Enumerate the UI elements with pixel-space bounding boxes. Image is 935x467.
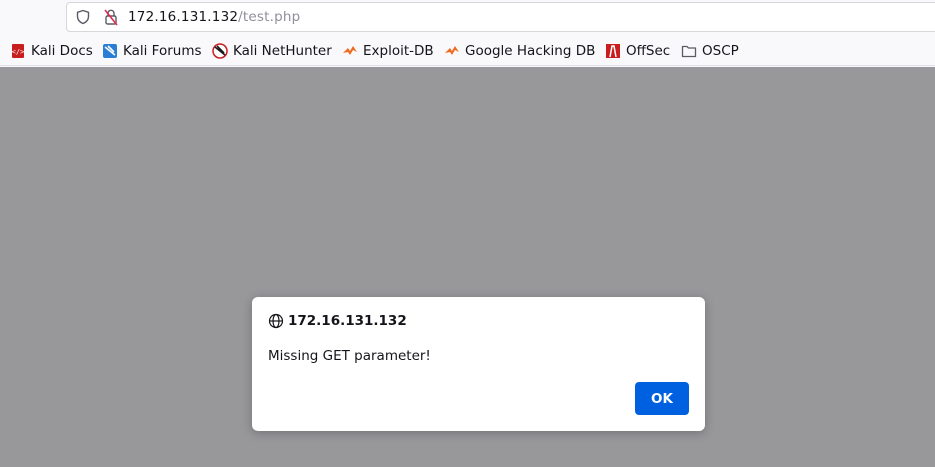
- bookmark-google-hacking-db[interactable]: Google Hacking DB: [444, 42, 595, 60]
- dialog-title: 172.16.131.132: [268, 313, 407, 329]
- bookmark-offsec[interactable]: OffSec: [605, 42, 670, 60]
- folder-icon: [681, 45, 697, 58]
- exploit-db-icon: [343, 46, 357, 55]
- bookmark-label: Kali Forums: [123, 43, 202, 59]
- ghdb-icon: [445, 46, 459, 55]
- offsec-icon: [606, 44, 620, 58]
- globe-icon: [268, 313, 284, 329]
- ok-button[interactable]: OK: [635, 382, 689, 415]
- insecure-lock-icon[interactable]: [103, 8, 119, 26]
- kali-forums-icon: [103, 44, 117, 58]
- url-host: 172.16.131.132: [128, 9, 239, 25]
- bookmark-kali-forums[interactable]: Kali Forums: [102, 42, 202, 60]
- svg-text:</>: </>: [12, 48, 25, 56]
- url-path: /test.php: [238, 9, 301, 25]
- bookmark-kali-nethunter[interactable]: Kali NetHunter: [212, 42, 332, 60]
- bookmark-folder-oscp[interactable]: OSCP: [681, 42, 739, 60]
- dialog-message: Missing GET parameter!: [268, 348, 431, 364]
- bookmark-label: Kali Docs: [31, 43, 93, 59]
- bookmark-label: Exploit-DB: [363, 43, 434, 59]
- kali-nethunter-icon: [212, 43, 228, 59]
- dialog-origin: 172.16.131.132: [288, 313, 407, 329]
- tracking-protection-shield-icon[interactable]: [75, 9, 91, 25]
- bookmark-kali-docs[interactable]: </> Kali Docs: [10, 42, 93, 60]
- bookmark-label: OSCP: [702, 43, 739, 59]
- bookmarks-toolbar: </> Kali Docs Kali Forums Kali NetHunter…: [0, 36, 935, 66]
- navigation-toolbar: 172.16.131.132/test.php: [0, 0, 935, 34]
- alert-dialog: 172.16.131.132 Missing GET parameter! OK: [252, 297, 705, 431]
- kali-docs-icon: </>: [12, 44, 25, 58]
- bookmark-label: OffSec: [626, 43, 671, 59]
- bookmark-exploit-db[interactable]: Exploit-DB: [342, 42, 434, 60]
- bookmark-label: Google Hacking DB: [465, 43, 596, 59]
- address-bar[interactable]: 172.16.131.132/test.php: [66, 2, 935, 32]
- url-text[interactable]: 172.16.131.132/test.php: [128, 9, 300, 25]
- bookmark-label: Kali NetHunter: [233, 43, 332, 59]
